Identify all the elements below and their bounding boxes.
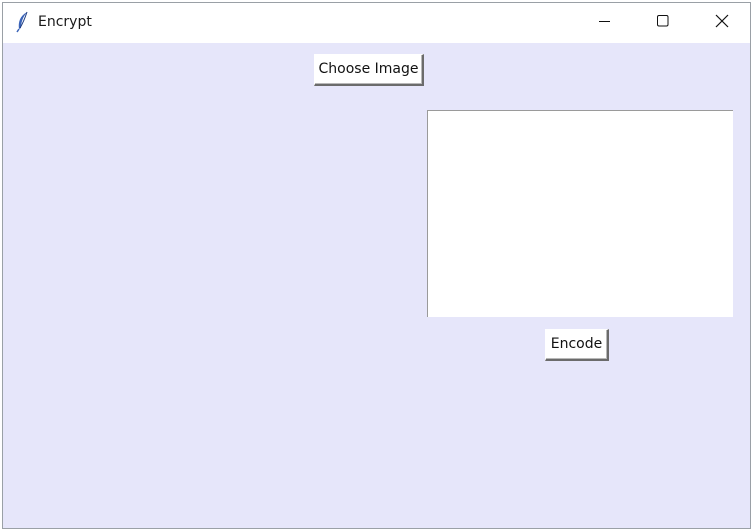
close-icon	[715, 14, 729, 33]
maximize-icon	[657, 14, 669, 32]
encode-button[interactable]: Encode	[545, 329, 609, 361]
close-button[interactable]	[693, 3, 750, 43]
encrypt-window: Encrypt Choose Image Encode	[2, 2, 751, 529]
choose-image-button[interactable]: Choose Image	[314, 54, 424, 86]
message-textbox[interactable]	[427, 110, 733, 317]
feather-icon	[14, 11, 32, 33]
title-bar[interactable]: Encrypt	[3, 3, 750, 43]
window-title: Encrypt	[38, 14, 92, 30]
maximize-button[interactable]	[634, 3, 692, 43]
minimize-icon	[599, 14, 611, 32]
minimize-button[interactable]	[576, 3, 634, 43]
